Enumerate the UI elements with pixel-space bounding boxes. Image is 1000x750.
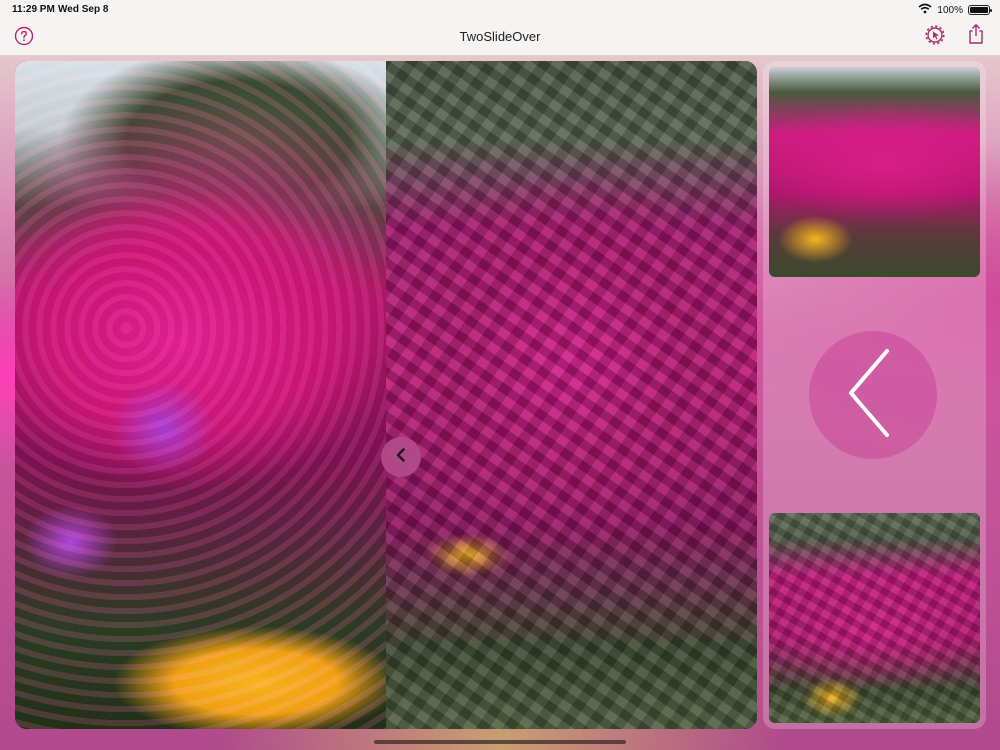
comparison-view[interactable] bbox=[15, 61, 757, 729]
page-title: TwoSlideOver bbox=[459, 29, 541, 44]
low-poly-photo bbox=[386, 61, 757, 729]
home-indicator[interactable] bbox=[374, 740, 626, 744]
status-date: Wed Sep 8 bbox=[58, 4, 109, 15]
original-photo bbox=[15, 61, 386, 729]
navigation-bar: TwoSlideOver bbox=[0, 20, 1000, 56]
share-icon bbox=[967, 23, 985, 50]
thumbnail-low-poly[interactable] bbox=[769, 513, 980, 723]
chevron-left-icon bbox=[394, 447, 408, 468]
status-bar: 11:29 PM Wed Sep 8 100% bbox=[0, 0, 1000, 20]
slider-handle[interactable] bbox=[381, 437, 421, 477]
settings-button[interactable] bbox=[924, 24, 946, 51]
status-time: 11:29 PM bbox=[12, 4, 55, 15]
thumbnail-original[interactable] bbox=[769, 67, 980, 277]
wifi-icon bbox=[918, 3, 932, 17]
battery-icon bbox=[968, 5, 992, 15]
share-button[interactable] bbox=[965, 23, 987, 50]
back-button[interactable] bbox=[809, 331, 937, 459]
slide-over-panel bbox=[763, 61, 986, 729]
battery-level bbox=[970, 7, 988, 13]
chevron-left-icon bbox=[843, 345, 903, 446]
status-indicators: 100% bbox=[918, 3, 992, 17]
gear-cursor-icon bbox=[924, 24, 946, 51]
battery-percent: 100% bbox=[937, 4, 963, 16]
